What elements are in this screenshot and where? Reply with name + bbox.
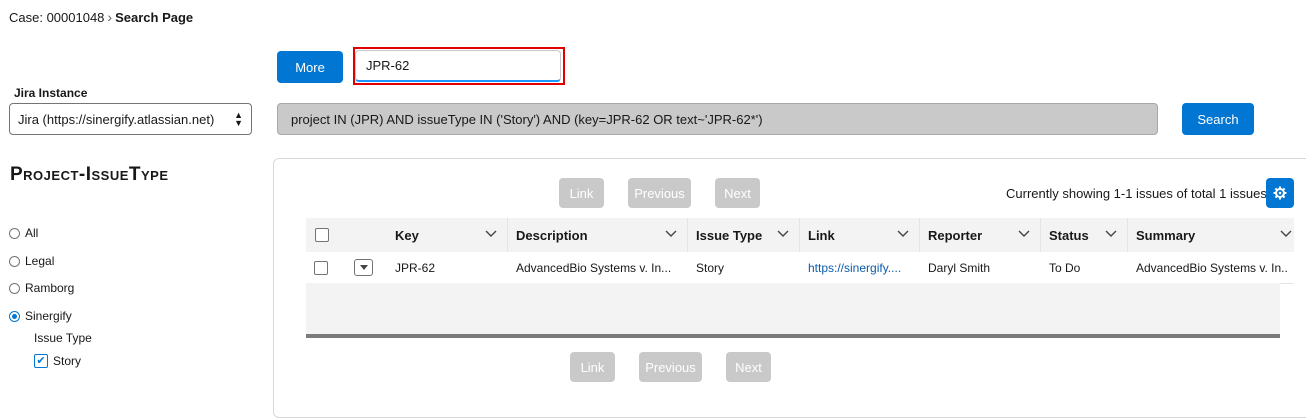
column-header-key[interactable]: Key [387,218,508,252]
chevron-down-icon[interactable] [1105,230,1117,238]
cell-reporter: Daryl Smith [928,260,991,275]
project-issuetype-heading: Project-IssueType [10,164,169,185]
column-header-label: Key [395,227,419,243]
project-radio-sinergify[interactable]: Sinergify [9,309,72,323]
chevron-down-icon[interactable] [485,230,497,238]
column-header-status[interactable]: Status [1041,218,1128,252]
jira-instance-label: Jira Instance [14,86,88,100]
previous-button-bottom[interactable]: Previous [639,352,702,382]
chevron-down-icon[interactable] [897,230,909,238]
project-radio-all[interactable]: All [9,226,38,240]
issue-type-label: Issue Type [34,331,92,345]
project-radio-label: Ramborg [25,281,75,295]
search-button[interactable]: Search [1182,103,1254,135]
column-header-label: Summary [1136,227,1196,243]
table-row: JPR-62 AdvancedBio Systems v. In... Stor… [306,252,1294,284]
column-header-label: Status [1049,227,1089,243]
chevron-right-icon: › [107,9,113,25]
settings-button[interactable] [1266,178,1294,208]
breadcrumb-current: Search Page [115,9,194,25]
caret-down-icon [359,264,368,270]
select-all-cell [306,218,386,252]
project-radio-label: Sinergify [25,309,72,323]
horizontal-scrollbar[interactable] [306,334,1280,338]
radio-checked-icon[interactable] [9,310,20,322]
select-all-checkbox[interactable] [315,228,329,242]
issue-type-story[interactable]: ✔ Story [34,354,81,368]
column-header-label: Link [808,227,835,243]
radio-icon[interactable] [9,282,20,294]
cell-summary: AdvancedBio Systems v. In... [1136,260,1288,275]
cell-issue-type: Story [696,260,725,275]
column-header-issue-type[interactable]: Issue Type [688,218,800,252]
more-button[interactable]: More [277,51,343,83]
cell-link[interactable]: https://sinergify.... [800,252,920,283]
link-button-top[interactable]: Link [559,178,604,208]
chevron-down-icon[interactable] [777,230,789,238]
column-header-label: Issue Type [696,227,763,243]
chevron-down-icon[interactable] [665,230,677,238]
column-header-label: Reporter [928,227,983,243]
issue-type-story-label: Story [53,354,82,368]
cell-description: AdvancedBio Systems v. In... [516,260,672,275]
cell-key: JPR-62 [395,260,436,275]
column-header-link[interactable]: Link [800,218,920,252]
cell-status: To Do [1049,260,1081,275]
project-radio-label: All [25,226,39,240]
chevron-down-icon[interactable] [1018,230,1030,238]
jira-instance-value: Jira (https://sinergify.atlassian.net) [18,111,215,127]
project-radio-legal[interactable]: Legal [9,254,54,268]
radio-icon[interactable] [9,255,20,267]
row-select-checkbox[interactable] [314,260,328,275]
next-button-top[interactable]: Next [715,178,760,208]
breadcrumb: Case: 00001048 › Search Page [9,9,193,25]
row-action-cell [346,252,387,283]
breadcrumb-case[interactable]: Case: 00001048 [9,10,104,25]
jql-query-field[interactable]: project IN (JPR) AND issueType IN ('Stor… [277,103,1158,135]
project-radio-ramborg[interactable]: Ramborg [9,281,74,295]
column-header-label: Description [516,227,588,243]
row-action-button[interactable] [354,259,373,276]
project-radio-label: Legal [25,254,55,268]
results-count-text: Currently showing 1-1 issues of total 1 … [1006,186,1267,201]
search-input[interactable] [355,50,561,82]
link-button-bottom[interactable]: Link [570,352,615,382]
jql-query-text: project IN (JPR) AND issueType IN ('Stor… [291,111,763,127]
column-header-description[interactable]: Description [508,218,688,252]
radio-icon[interactable] [9,227,20,239]
gear-icon [1273,186,1287,200]
table-header: Key Description Issue Type Link Reporter… [306,218,1294,253]
previous-button-top[interactable]: Previous [628,178,691,208]
select-arrows-icon: ▲ ▼ [234,110,243,128]
checkbox-checked-icon[interactable]: ✔ [34,354,48,368]
issues-table: Key Description Issue Type Link Reporter… [306,218,1294,338]
column-header-reporter[interactable]: Reporter [920,218,1041,252]
row-select-cell [306,252,346,283]
jira-instance-select[interactable]: Jira (https://sinergify.atlassian.net) ▲… [9,103,252,135]
column-header-summary[interactable]: Summary [1128,218,1294,252]
chevron-down-icon[interactable] [1280,230,1292,238]
next-button-bottom[interactable]: Next [726,352,771,382]
table-empty-area [306,283,1280,335]
